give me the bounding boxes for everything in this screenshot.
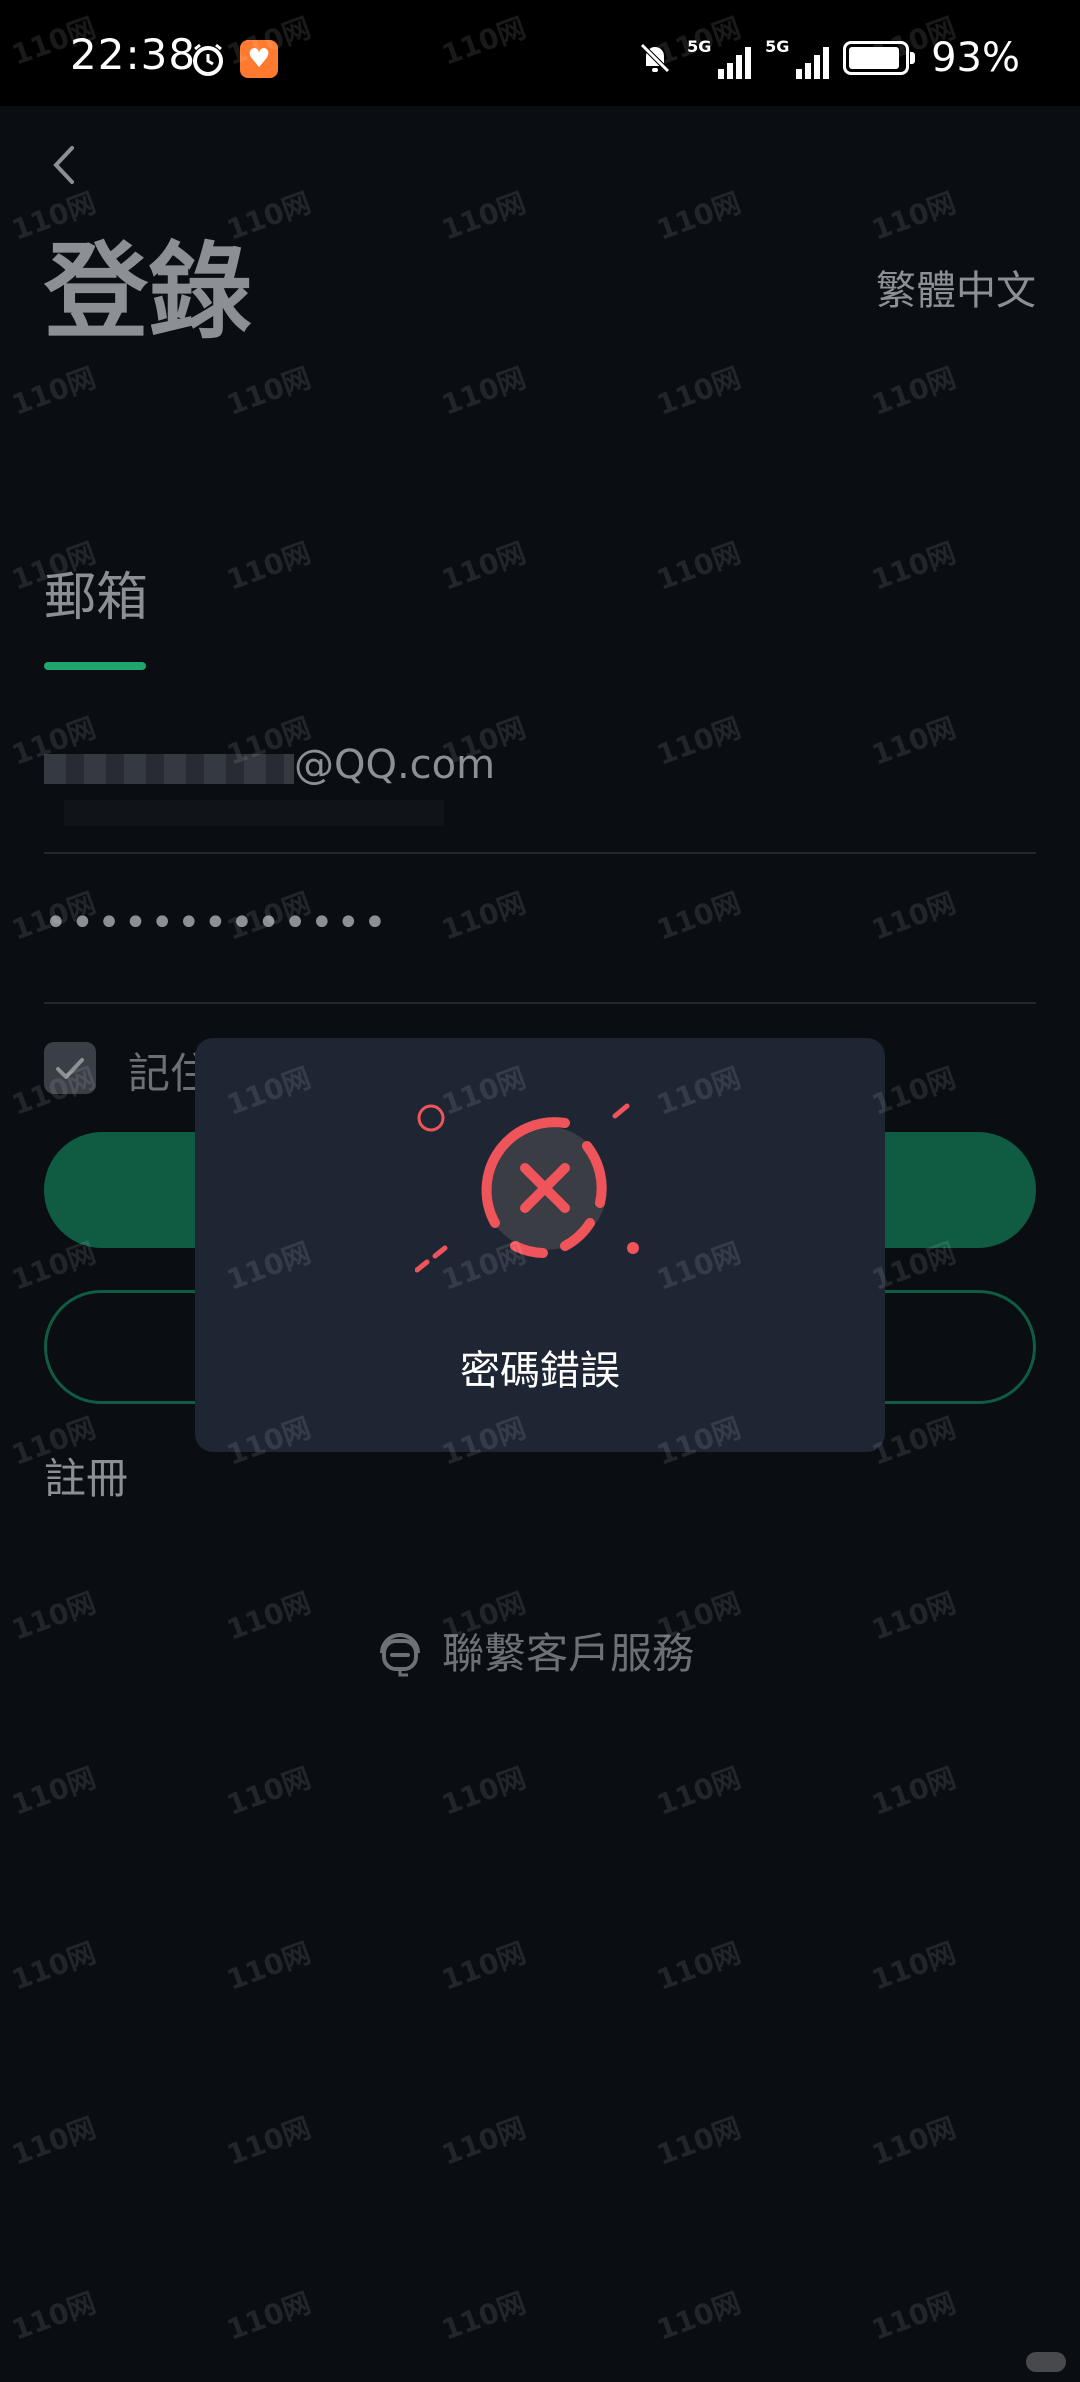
watermark-text: 110网 <box>222 1761 316 1822</box>
email-blur-mask-2 <box>64 800 444 826</box>
watermark-text: 110网 <box>7 2286 101 2347</box>
alarm-icon <box>190 42 226 82</box>
check-icon <box>56 1058 84 1079</box>
watermark-text: 110网 <box>437 1936 531 1997</box>
tab-active-indicator <box>44 662 146 670</box>
watermark-text: 110网 <box>867 361 961 422</box>
watermark-text: 110网 <box>867 1936 961 1997</box>
watermark-text: 110网 <box>867 536 961 597</box>
mute-bell-icon <box>640 43 670 73</box>
watermark-text: 110网 <box>867 186 961 247</box>
watermark-text: 110网 <box>652 2286 746 2347</box>
watermark-text: 110网 <box>222 2111 316 2172</box>
watermark-text: 110网 <box>652 1936 746 1997</box>
register-link[interactable]: 註冊 <box>44 1445 128 1506</box>
page-title: 登錄 <box>44 231 253 353</box>
watermark-text: 110网 <box>437 1761 531 1822</box>
watermark-text: 110网 <box>7 2111 101 2172</box>
status-time: 22:38 <box>70 30 197 79</box>
watermark-text: 110网 <box>437 186 531 247</box>
watermark-text: 110网 <box>7 1761 101 1822</box>
watermark-text: 110网 <box>867 1586 961 1647</box>
back-icon[interactable] <box>44 140 84 190</box>
email-blur-mask <box>44 754 294 784</box>
customer-service-label: 聯繫客戶服務 <box>442 1629 695 1678</box>
watermark-text: 110网 <box>652 2111 746 2172</box>
watermark-text: 110网 <box>7 1936 101 1997</box>
email-value: @QQ.com <box>294 742 496 788</box>
headset-icon <box>380 1632 420 1676</box>
email-divider <box>44 852 1036 854</box>
watermark-text: 110网 <box>7 361 101 422</box>
signal-5g-icon-2: 5G <box>765 37 830 79</box>
signal-5g-icon-1: 5G <box>687 37 752 79</box>
watermark-text: 110网 <box>437 536 531 597</box>
watermark-text: 110网 <box>652 186 746 247</box>
watermark-text: 110网 <box>867 1761 961 1822</box>
remember-checkbox[interactable] <box>44 1042 96 1094</box>
dialog-message: 密碼錯誤 <box>460 1348 620 1394</box>
network-label-1: 5G <box>687 37 712 56</box>
watermark-text: 110网 <box>222 1586 316 1647</box>
network-label-2: 5G <box>765 37 790 56</box>
watermark-text: 110网 <box>652 1761 746 1822</box>
battery-icon <box>843 41 916 75</box>
watermark-text: 110网 <box>222 2286 316 2347</box>
corner-badge <box>1026 2352 1066 2372</box>
watermark-text: 110网 <box>652 361 746 422</box>
error-icon <box>414 1088 665 1288</box>
watermark-text: 110网 <box>437 361 531 422</box>
password-divider <box>44 1002 1036 1004</box>
status-indicators: 5G 5G 93% <box>637 34 1020 82</box>
watermark-text: 110网 <box>222 361 316 422</box>
watermark-text: 110网 <box>437 2286 531 2347</box>
watermark-text: 110网 <box>652 536 746 597</box>
password-field[interactable]: ••••••••••••• <box>44 900 1036 960</box>
watermark-text: 110网 <box>867 2111 961 2172</box>
error-dialog: 密碼錯誤 <box>195 1038 885 1452</box>
watermark-text: 110网 <box>437 2111 531 2172</box>
watermark-text: 110网 <box>867 2286 961 2347</box>
watermark-text: 110网 <box>7 1586 101 1647</box>
battery-percent: 93% <box>931 35 1020 81</box>
watermark-text: 110网 <box>222 536 316 597</box>
battery-fill <box>849 47 900 69</box>
app-notification-icon: ♥ <box>240 40 278 78</box>
email-field[interactable]: @QQ.com <box>44 742 1036 852</box>
tab-email[interactable]: 郵箱 <box>44 555 148 630</box>
customer-service-link[interactable]: 聯繫客戶服務 <box>372 1620 694 1681</box>
language-switch[interactable]: 繁體中文 <box>876 258 1036 316</box>
watermark-text: 110网 <box>222 1936 316 1997</box>
status-bar: 22:38 ♥ 5G 5G 93% <box>0 0 1080 106</box>
